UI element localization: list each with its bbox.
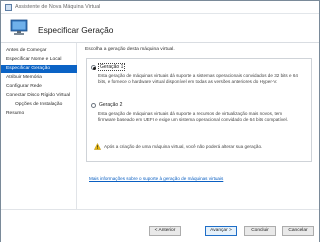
generation-1-description: Esta geração de máquinas virtuais dá sup… bbox=[98, 73, 304, 85]
cancel-button[interactable]: Cancelar bbox=[282, 226, 314, 236]
intro-text: Escolha a geração desta máquina virtual. bbox=[85, 47, 175, 52]
back-button[interactable]: < Anterior bbox=[149, 226, 181, 236]
generation-options-group: Geração 1 Esta geração de máquinas virtu… bbox=[86, 58, 312, 162]
wizard-window: Assistente de Nova Máquina Virtual Espec… bbox=[0, 0, 320, 242]
sidebar-item-configurar-rede[interactable]: Configurar Rede bbox=[4, 83, 77, 91]
virtual-machine-icon bbox=[10, 19, 28, 35]
generation-2-label[interactable]: Geração 2 bbox=[99, 102, 122, 108]
sidebar-item-resumo[interactable]: Resumo bbox=[4, 110, 77, 118]
generation-warning: Após a criação de uma máquina virtual, v… bbox=[94, 143, 262, 150]
next-button[interactable]: Avançar > bbox=[205, 226, 237, 236]
generation-2-radio[interactable] bbox=[91, 102, 96, 108]
page-title: Especificar Geração bbox=[38, 25, 114, 35]
window-title: Assistente de Nova Máquina Virtual bbox=[15, 4, 101, 10]
sidebar-item-opcoes-instalacao[interactable]: Opções de Instalação bbox=[4, 101, 77, 109]
generation-1-option[interactable]: Geração 1 bbox=[91, 63, 126, 71]
generation-2-option[interactable]: Geração 2 bbox=[91, 102, 122, 108]
sidebar-item-especificar-geracao[interactable]: Especificar Geração bbox=[1, 65, 77, 73]
wizard-footer: < Anterior Avançar > Concluir Cancelar bbox=[1, 209, 319, 242]
wizard-steps-nav: Antes de Começar Especificar Nome e Loca… bbox=[1, 43, 77, 209]
sidebar-item-antes-de-comecar[interactable]: Antes de Começar bbox=[4, 47, 77, 55]
more-info-link[interactable]: Mais informações sobre o suporte à geraç… bbox=[89, 176, 223, 181]
warning-icon bbox=[94, 143, 101, 150]
title-bar: Assistente de Nova Máquina Virtual bbox=[1, 1, 319, 14]
finish-button[interactable]: Concluir bbox=[244, 226, 276, 236]
main-content: Escolha a geração desta máquina virtual.… bbox=[85, 43, 313, 209]
warning-text: Após a criação de uma máquina virtual, v… bbox=[104, 144, 263, 149]
app-icon bbox=[5, 4, 12, 11]
page-header: Especificar Geração bbox=[1, 14, 319, 43]
sidebar-item-especificar-nome-local[interactable]: Especificar Nome e Local bbox=[4, 56, 77, 64]
sidebar-item-conectar-disco[interactable]: Conectar Disco Rígido Virtual bbox=[4, 92, 77, 100]
sidebar-item-atribuir-memoria[interactable]: Atribuir Memória bbox=[4, 74, 77, 82]
generation-1-radio[interactable] bbox=[91, 64, 96, 70]
generation-2-desc-line2: firmware baseado em UEFI e exige um sist… bbox=[98, 117, 288, 122]
generation-1-desc-line2: bits, e fornece o hardware virtual dispo… bbox=[98, 79, 278, 84]
generation-1-label[interactable]: Geração 1 bbox=[97, 63, 126, 71]
generation-2-description: Esta geração de máquinas virtuais dá sup… bbox=[98, 111, 304, 123]
